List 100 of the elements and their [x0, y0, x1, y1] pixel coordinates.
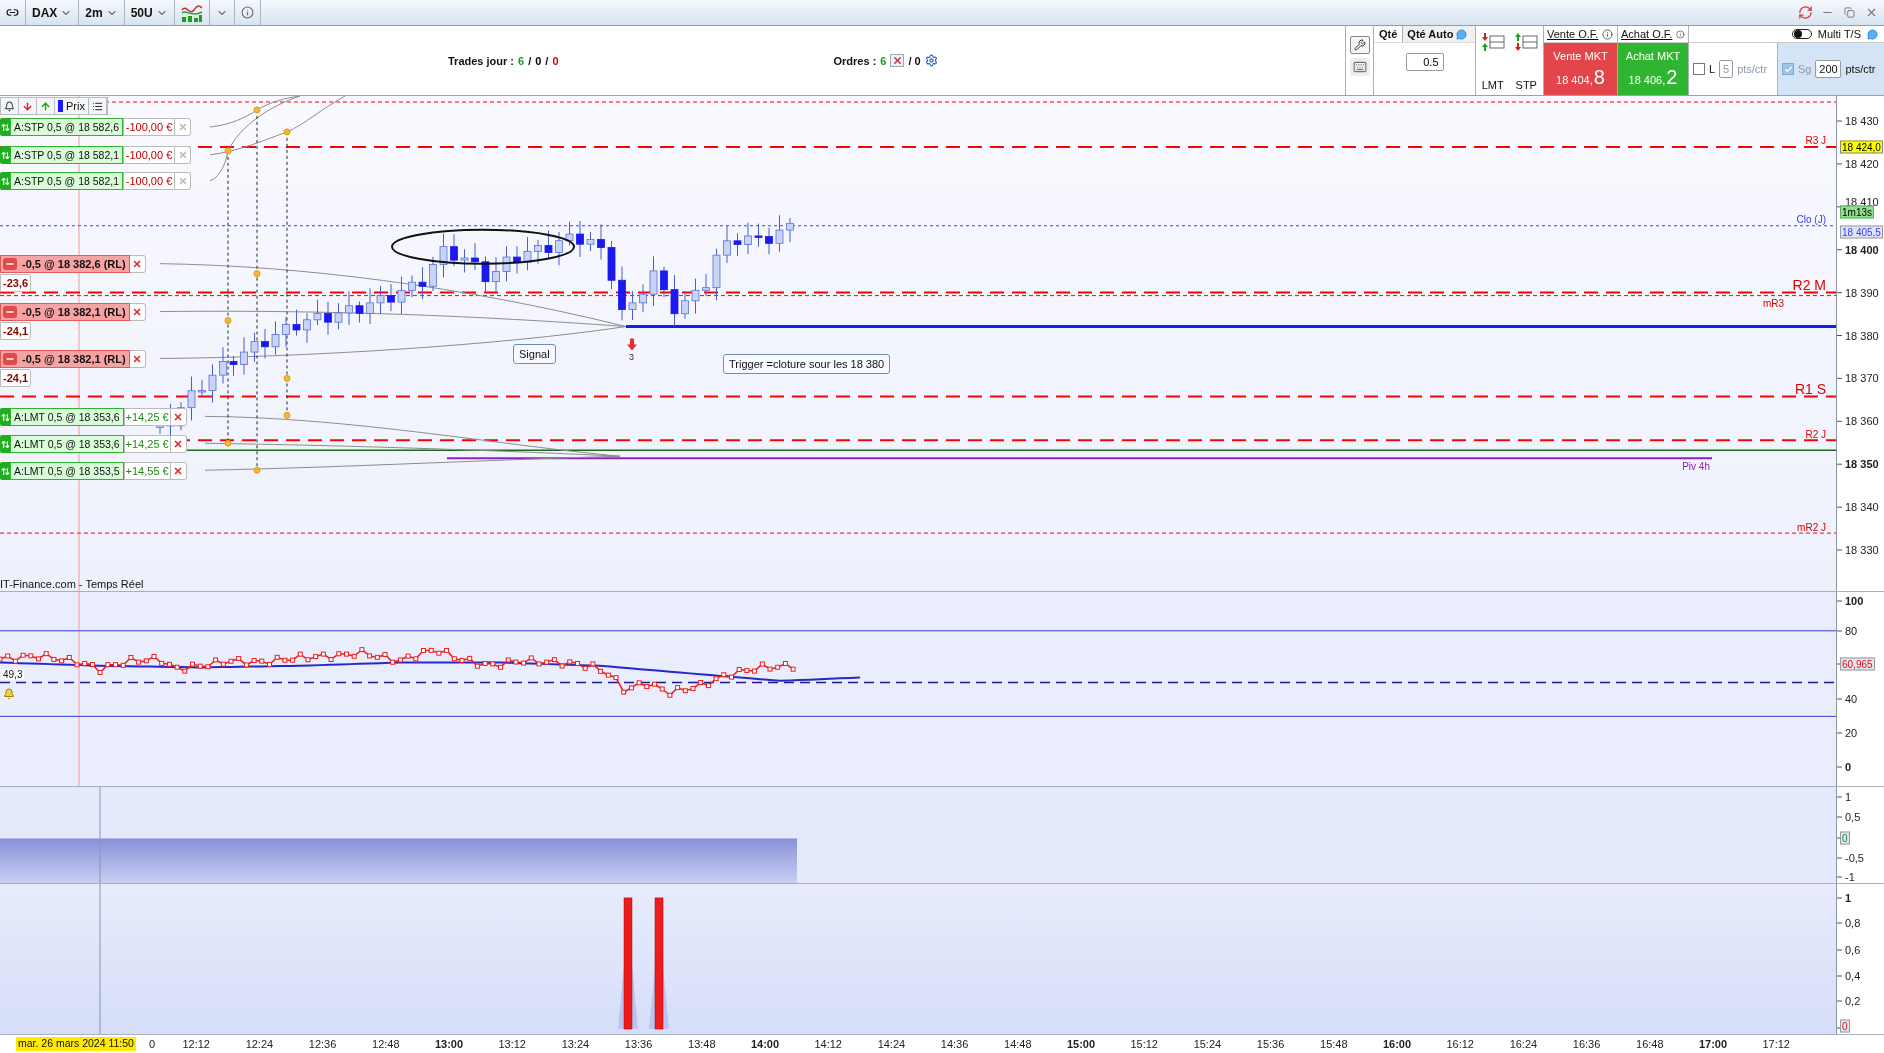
gain-points-field[interactable]: 200 — [1815, 60, 1842, 78]
time-label: 13:48 — [688, 1038, 716, 1050]
trade-count: 0 — [535, 54, 542, 67]
order-label: A:LMT 0,5 @ 18 353,6 — [10, 435, 124, 453]
multi-ts-label: Multi T/S — [1817, 28, 1861, 40]
candle — [460, 248, 469, 273]
time-label: 16:48 — [1636, 1038, 1664, 1050]
candle — [513, 245, 521, 274]
close-position-button[interactable] — [3, 353, 17, 365]
level-label: Piv 4h — [1682, 462, 1710, 472]
chat-bubble-icon — [1456, 28, 1468, 40]
cross-icon — [177, 122, 188, 132]
candle — [754, 223, 763, 248]
axis-label: 0,6 — [1845, 944, 1861, 956]
symbol-dropdown[interactable]: DAX — [26, 0, 80, 25]
position-pnl: -24,1 — [0, 322, 32, 340]
candle — [586, 231, 595, 252]
candle — [744, 222, 752, 255]
candle — [544, 230, 553, 260]
close-position-button[interactable] — [3, 258, 17, 270]
anchor-dot — [283, 411, 291, 419]
order-pnl: +14,25 € — [123, 408, 171, 426]
level-label: R2 J — [1805, 430, 1826, 440]
loss-checkbox[interactable] — [1693, 63, 1705, 75]
price-tag: 18 424,0 — [1840, 140, 1883, 154]
drag-handle[interactable] — [0, 146, 10, 164]
drag-handle[interactable] — [0, 172, 10, 190]
time-label: 14:00 — [750, 1038, 780, 1050]
bell-icon[interactable] — [3, 688, 15, 700]
candle — [219, 346, 227, 384]
candle — [376, 285, 385, 315]
candle — [534, 239, 542, 265]
gain-checkbox[interactable] — [1782, 63, 1794, 75]
info-icon[interactable] — [1676, 28, 1685, 40]
price-tag: 1m13s — [1840, 205, 1874, 219]
level-label: Clo (J) — [1796, 215, 1826, 225]
order-pnl: +14,55 € — [123, 462, 171, 480]
time-label: 13:36 — [624, 1038, 653, 1050]
up-arrow-icon — [40, 100, 51, 112]
candle — [712, 248, 721, 301]
axis-label: 18 330 — [1845, 544, 1879, 556]
wrench-icon — [1353, 39, 1366, 51]
gain-label: Sg — [1798, 63, 1812, 75]
info-icon[interactable] — [1602, 28, 1614, 40]
buy-order-button[interactable] — [37, 98, 55, 114]
sell-order-button[interactable] — [19, 98, 37, 114]
time-label: 17:12 — [1762, 1038, 1790, 1050]
drag-handle[interactable] — [0, 435, 10, 453]
multi-ts-toggle[interactable] — [1791, 29, 1812, 39]
candle — [481, 255, 490, 294]
candle — [618, 266, 626, 321]
order-pnl: -100,00 € — [123, 146, 176, 164]
quantity-label: Qté — [1378, 28, 1399, 40]
order-type-button[interactable]: STP — [1509, 26, 1543, 95]
order-type-button[interactable]: LMT — [1476, 26, 1510, 95]
value-tag: 0 — [1840, 831, 1850, 845]
refresh-button[interactable] — [1796, 3, 1814, 22]
settings-icon[interactable] — [924, 54, 938, 67]
bar-icon — [58, 100, 63, 112]
price-style-button[interactable]: Prix — [55, 98, 89, 114]
refresh-icon — [1797, 5, 1813, 20]
candle — [187, 376, 196, 421]
time-label: 15:24 — [1193, 1038, 1222, 1050]
close-position-button[interactable] — [3, 306, 17, 318]
candle — [229, 355, 238, 377]
axis-label: 0,5 — [1845, 811, 1861, 823]
level-label: R3 J — [1805, 136, 1826, 146]
time-label: 15:36 — [1256, 1038, 1285, 1050]
cross-icon — [132, 354, 143, 364]
candle — [418, 266, 427, 300]
cancel-all-button[interactable] — [890, 54, 905, 67]
list-icon — [91, 100, 103, 112]
time-label: 0 — [148, 1038, 156, 1050]
axis-label: 0,2 — [1845, 995, 1861, 1007]
candle — [576, 220, 584, 258]
down-arrow-icon — [22, 100, 33, 112]
candle — [397, 276, 406, 315]
drag-handle[interactable] — [0, 408, 10, 426]
position-label: -0,5 @ 18 382,1 (RL) — [22, 353, 126, 365]
anchor-dot — [224, 317, 232, 325]
keyboard-button[interactable] — [1349, 58, 1370, 76]
sell-market-button[interactable]: Vente MKT 18 404,8 — [1544, 43, 1617, 95]
auto-quantity-tab[interactable]: Qté Auto — [1402, 26, 1475, 42]
axis-label: -1 — [1845, 871, 1855, 883]
alert-button[interactable] — [1, 98, 19, 114]
candle — [450, 233, 458, 267]
candle — [261, 328, 269, 359]
time-label: 16:36 — [1572, 1038, 1601, 1050]
source-label: IT-Finance.com - Temps Réel — [0, 578, 144, 590]
help-bubble-icon[interactable] — [1867, 28, 1878, 40]
units-dropdown[interactable]: 50U — [124, 0, 175, 25]
cross-icon — [177, 176, 188, 186]
drag-handle[interactable] — [0, 462, 10, 480]
drag-handle[interactable] — [0, 118, 10, 136]
value-tag: 0 — [1840, 1019, 1850, 1033]
quantity-field[interactable]: 0.5 — [1405, 53, 1444, 71]
orders-label: Ordres : — [833, 54, 877, 67]
wrench-button[interactable] — [1349, 36, 1370, 54]
candle — [387, 283, 395, 312]
timeframe-dropdown[interactable]: 2m — [79, 0, 125, 25]
